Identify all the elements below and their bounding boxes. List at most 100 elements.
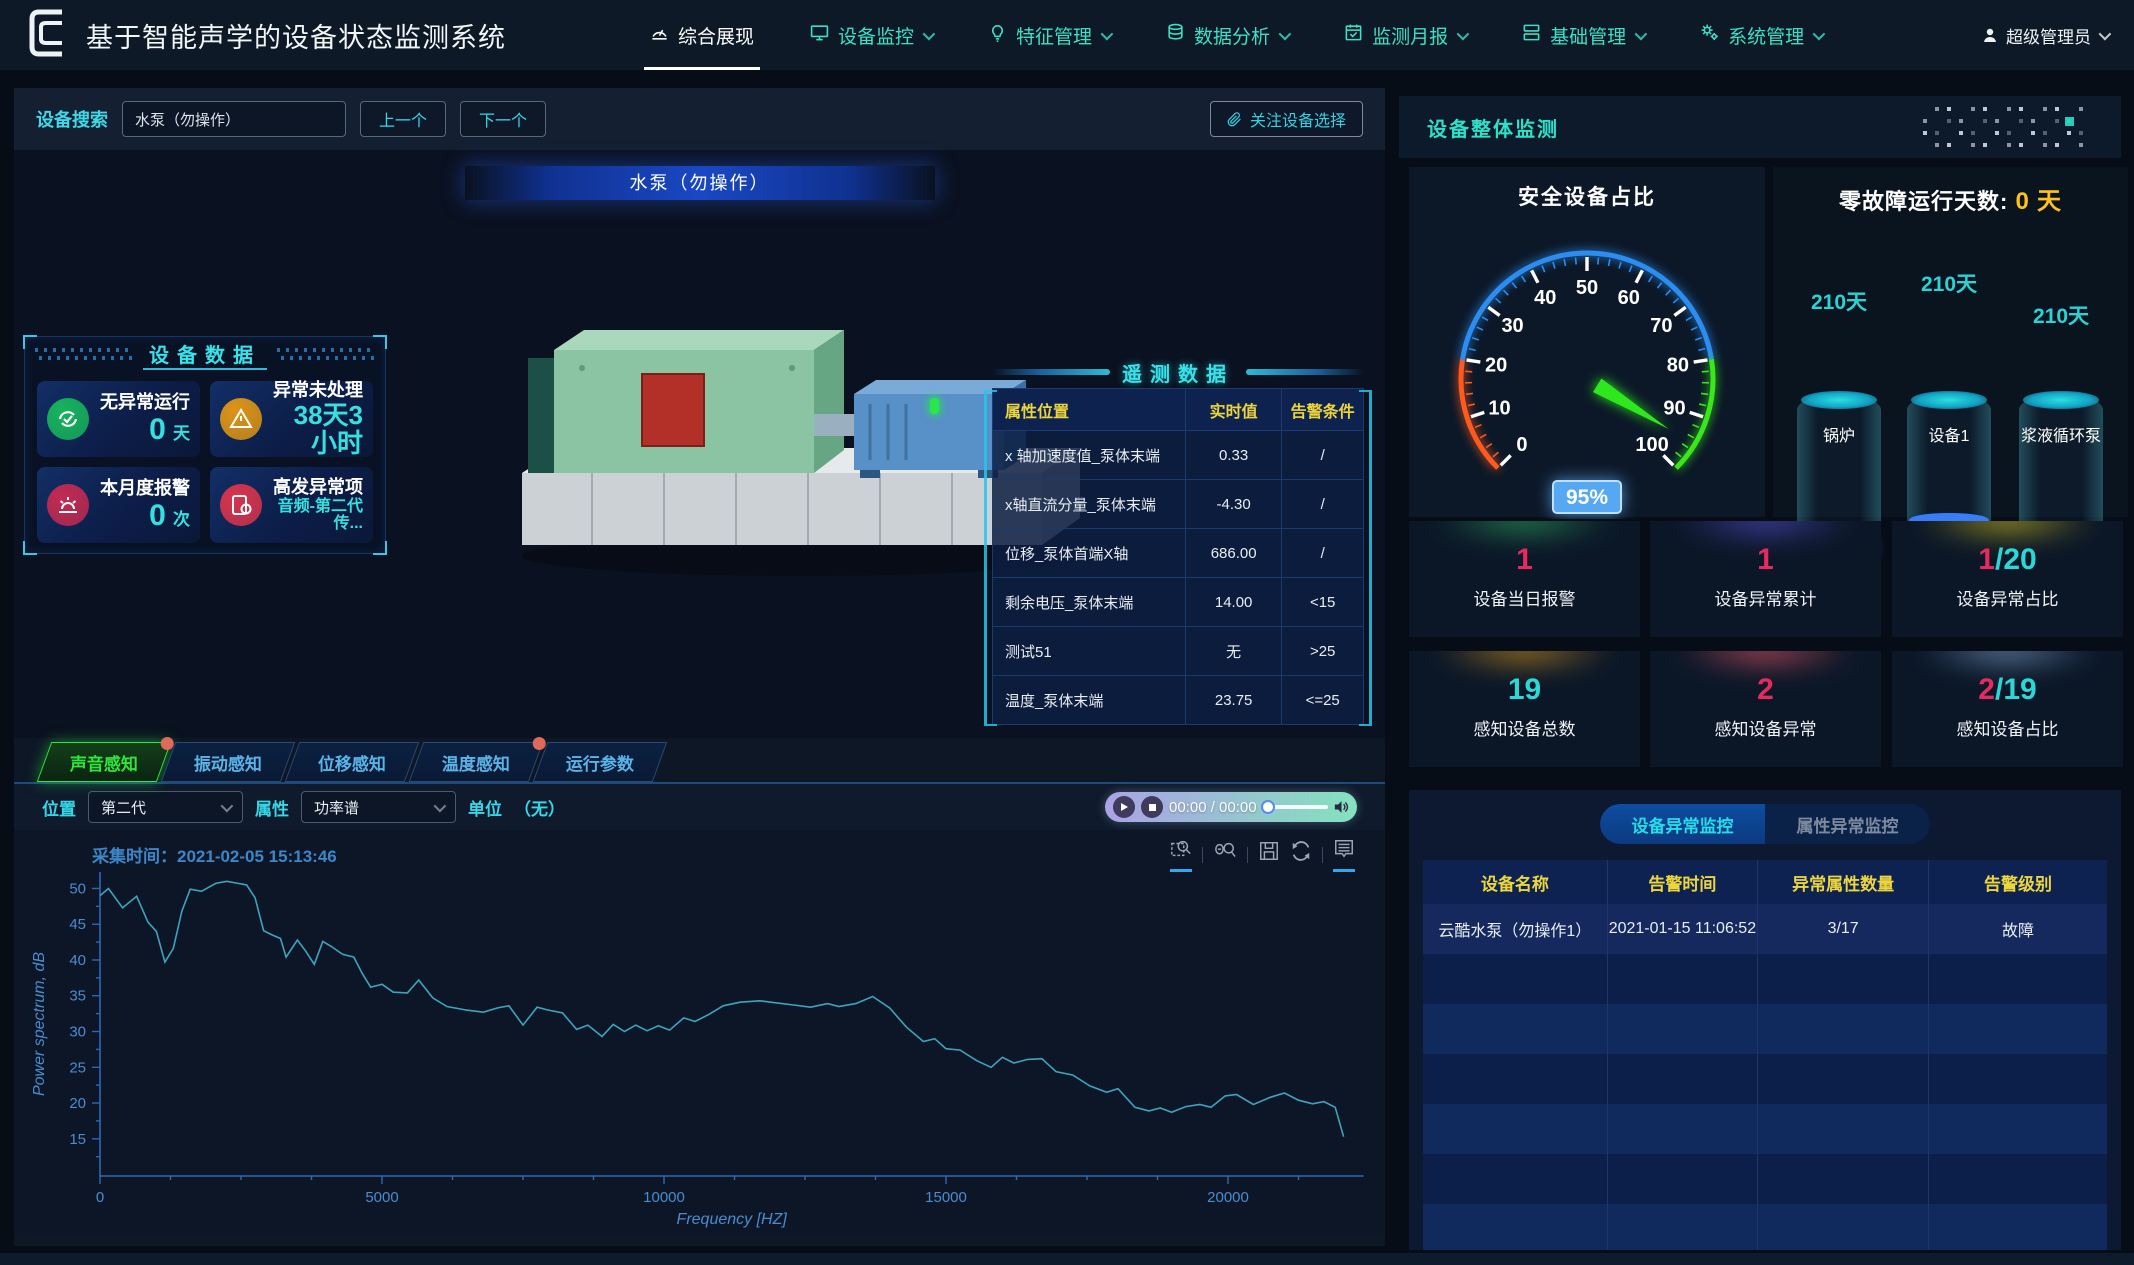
device-search-input[interactable] bbox=[122, 101, 346, 137]
unit-label: 单位 bbox=[468, 795, 502, 820]
telemetry-row: 温度_泵体末端23.75<=25 bbox=[993, 676, 1364, 725]
bulb-icon bbox=[988, 23, 1007, 48]
stat-card-3: 1/20设备异常占比 bbox=[1892, 521, 2123, 637]
spectrum-chart[interactable]: 050001000015000200001520253035404550Freq… bbox=[14, 864, 1385, 1232]
next-device-button[interactable]: 下一个 bbox=[460, 101, 546, 137]
cylinder-top bbox=[1801, 391, 1877, 409]
sense-tabs: 声音感知振动感知位移感知温度感知运行参数 bbox=[14, 738, 1385, 784]
stat-glow bbox=[1432, 521, 1617, 543]
zero-fault-card: 零故障运行天数: 0 天 210天锅炉210天设备1210天浆液循环泵 bbox=[1773, 167, 2128, 517]
spectrum-controls: 位置 第二代 属性 功率谱 单位 （无） 00:00 / 00:00 bbox=[14, 784, 1385, 830]
brand: 基于智能声学的设备状态监测系统 bbox=[26, 7, 506, 64]
alarm-col-header: 设备名称 bbox=[1423, 860, 1608, 904]
doc-alert-icon bbox=[220, 484, 262, 526]
gears-icon bbox=[1700, 23, 1719, 48]
device-card-value: 0 天 bbox=[97, 413, 190, 446]
safe-device-gauge-card: 安全设备占比 010203040506070809010095% bbox=[1409, 167, 1765, 517]
chevron-down-icon bbox=[221, 799, 234, 812]
svg-text:15000: 15000 bbox=[925, 1189, 967, 1206]
svg-text:0: 0 bbox=[96, 1189, 104, 1206]
safe-device-gauge: 010203040506070809010095% bbox=[1409, 211, 1765, 519]
monitor-tab-2[interactable]: 属性异常监控 bbox=[1765, 804, 1930, 844]
dashboard-icon bbox=[650, 23, 669, 48]
user-menu[interactable]: 超级管理员 bbox=[1982, 23, 2108, 48]
play-button[interactable] bbox=[1113, 796, 1135, 818]
check-circle-icon bbox=[47, 398, 89, 440]
decor-dots-left bbox=[35, 348, 133, 360]
alarm-table-empty-row bbox=[1423, 1104, 2107, 1154]
server-icon bbox=[1522, 23, 1541, 48]
decor-dots-right bbox=[277, 348, 375, 360]
stat-label: 设备异常占比 bbox=[1892, 585, 2123, 610]
nav-item-1[interactable]: 综合展现 bbox=[626, 0, 778, 70]
attribute-label: 属性 bbox=[255, 795, 289, 820]
nav-item-label: 设备监控 bbox=[838, 22, 914, 49]
player-seek-slider[interactable] bbox=[1263, 805, 1328, 809]
sense-tab-5[interactable]: 运行参数 bbox=[533, 742, 668, 782]
telemetry-table: 属性位置实时值告警条件 x 轴加速度值_泵体末端0.33/x轴直流分量_泵体末端… bbox=[992, 388, 1364, 725]
attribute-select[interactable]: 功率谱 bbox=[301, 791, 456, 823]
stat-card-2: 1设备异常累计 bbox=[1650, 521, 1881, 637]
stop-button[interactable] bbox=[1141, 796, 1163, 818]
decor-dot-matrix bbox=[1923, 101, 2093, 153]
database-icon bbox=[1166, 23, 1185, 48]
nav-item-5[interactable]: 监测月报 bbox=[1320, 0, 1490, 70]
device-search-bar: 设备搜索 上一个 下一个 关注设备选择 bbox=[14, 88, 1385, 150]
cylinder-3: 210天浆液循环泵 bbox=[2013, 216, 2109, 562]
nav-item-6[interactable]: 基础管理 bbox=[1498, 0, 1668, 70]
sense-tab-1[interactable]: 声音感知 bbox=[37, 742, 172, 782]
stat-value: 1 bbox=[1650, 543, 1881, 577]
svg-text:20: 20 bbox=[1485, 355, 1507, 377]
nav-item-label: 特征管理 bbox=[1016, 22, 1092, 49]
nav-item-label: 基础管理 bbox=[1550, 22, 1626, 49]
device-card-value: 0 次 bbox=[97, 499, 190, 532]
device-card-label: 异常未处理 bbox=[270, 380, 363, 401]
warning-icon bbox=[220, 398, 262, 440]
chevron-down-icon bbox=[1101, 27, 1114, 40]
player-seek-thumb[interactable] bbox=[1261, 800, 1275, 814]
stat-value: 2 bbox=[1650, 673, 1881, 707]
zero-fault-value: 0 bbox=[2015, 188, 2029, 215]
sense-tab-2[interactable]: 振动感知 bbox=[161, 742, 296, 782]
focus-device-button[interactable]: 关注设备选择 bbox=[1210, 101, 1363, 137]
device-card-label: 高发异常项 bbox=[270, 477, 363, 498]
cylinder-row: 210天锅炉210天设备1210天浆液循环泵 bbox=[1773, 216, 2128, 516]
volume-icon[interactable] bbox=[1334, 799, 1349, 815]
stat-label: 感知设备总数 bbox=[1409, 715, 1640, 740]
stat-card-4: 19感知设备总数 bbox=[1409, 651, 1640, 767]
nav-item-label: 监测月报 bbox=[1372, 22, 1448, 49]
monitor-tab-1[interactable]: 设备异常监控 bbox=[1600, 804, 1765, 844]
telemetry-col-header: 属性位置 bbox=[993, 389, 1186, 431]
svg-text:100: 100 bbox=[1635, 434, 1668, 456]
sense-tab-4[interactable]: 温度感知 bbox=[409, 742, 544, 782]
left-panel: 设备搜索 上一个 下一个 关注设备选择 水泵（勿操作） bbox=[14, 88, 1385, 1246]
page-footer-strip bbox=[0, 1253, 2134, 1265]
chevron-down-icon bbox=[1813, 27, 1826, 40]
device-card-value: 音频-第二代传... bbox=[270, 498, 363, 533]
calendar-icon bbox=[1344, 23, 1363, 48]
device-data-panel: 设备数据 无异常运行0 天异常未处理38天3小时本月度报警0 次高发异常项音频-… bbox=[24, 336, 386, 554]
chevron-down-icon bbox=[1279, 27, 1292, 40]
device-data-card-2: 异常未处理38天3小时 bbox=[210, 381, 373, 457]
nav-item-4[interactable]: 数据分析 bbox=[1142, 0, 1312, 70]
svg-text:30: 30 bbox=[69, 1024, 86, 1041]
nav-item-2[interactable]: 设备监控 bbox=[786, 0, 956, 70]
position-select[interactable]: 第二代 bbox=[88, 791, 243, 823]
alarm-cell: 3/17 bbox=[1758, 904, 1929, 954]
cylinder-days: 210天 bbox=[1901, 268, 1997, 298]
monitor-icon bbox=[810, 23, 829, 48]
svg-text:60: 60 bbox=[1618, 287, 1640, 309]
nav-item-3[interactable]: 特征管理 bbox=[964, 0, 1134, 70]
stat-card-1: 1设备当日报警 bbox=[1409, 521, 1640, 637]
unit-value: （无） bbox=[514, 795, 565, 820]
sense-tab-3[interactable]: 位移感知 bbox=[285, 742, 420, 782]
stat-label: 感知设备占比 bbox=[1892, 715, 2123, 740]
cylinder-days: 210天 bbox=[2013, 300, 2109, 330]
svg-text:70: 70 bbox=[1650, 315, 1672, 337]
user-icon bbox=[1982, 27, 1998, 43]
status-indicator-light bbox=[930, 398, 939, 414]
3d-model-viewer[interactable]: 水泵（勿操作） bbox=[14, 150, 1385, 738]
svg-text:35: 35 bbox=[69, 988, 86, 1005]
prev-device-button[interactable]: 上一个 bbox=[360, 101, 446, 137]
nav-item-7[interactable]: 系统管理 bbox=[1676, 0, 1846, 70]
